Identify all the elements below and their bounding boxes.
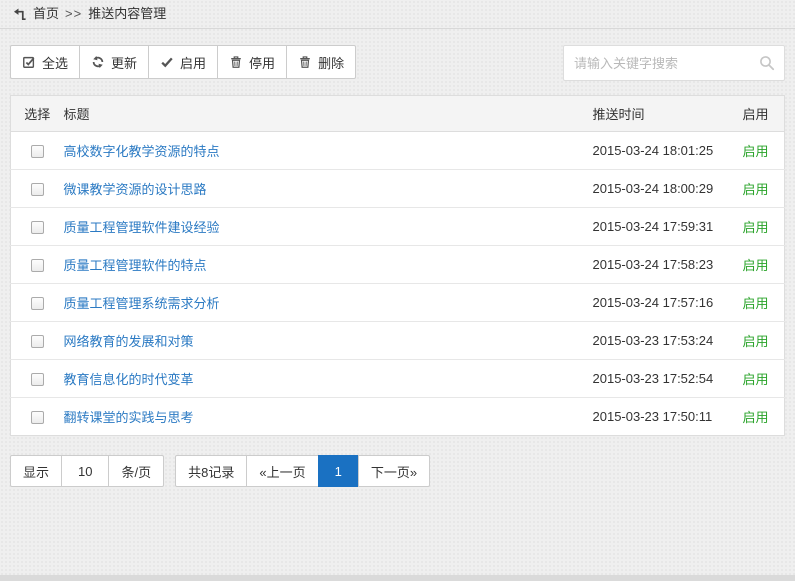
row-checkbox[interactable] (31, 373, 44, 386)
trash-icon (229, 55, 243, 69)
display-label-button[interactable]: 显示 (10, 455, 62, 487)
per-page-label-button[interactable]: 条/页 (108, 455, 164, 487)
row-push-time: 2015-03-23 17:52:54 (593, 360, 743, 398)
breadcrumb-current: 推送内容管理 (88, 0, 166, 28)
page-nav-group: 共8记录 «上一页 1 下一页» (175, 455, 430, 487)
row-checkbox[interactable] (31, 297, 44, 310)
row-checkbox[interactable] (31, 259, 44, 272)
button-label: 停用 (249, 53, 275, 72)
pagination: 显示 10 条/页 共8记录 «上一页 1 下一页» (10, 455, 785, 487)
row-title-link[interactable]: 教育信息化的时代变革 (64, 372, 194, 387)
row-push-time: 2015-03-24 18:00:29 (593, 170, 743, 208)
prev-page-button[interactable]: «上一页 (246, 455, 318, 487)
table-row: 翻转课堂的实践与思考 2015-03-23 17:50:11 启用 (11, 398, 785, 436)
header-select: 选择 (11, 96, 64, 132)
next-page-button[interactable]: 下一页» (358, 455, 430, 487)
header-title: 标题 (64, 96, 593, 132)
check-icon (160, 55, 174, 69)
page-size-button[interactable]: 10 (61, 455, 109, 487)
row-push-time: 2015-03-23 17:53:24 (593, 322, 743, 360)
table-body: 高校数字化教学资源的特点 2015-03-24 18:01:25 启用 微课教学… (11, 132, 785, 436)
bottom-edge (0, 575, 795, 581)
row-title-link[interactable]: 质量工程管理系统需求分析 (64, 296, 220, 311)
enable-button[interactable]: 启用 (148, 45, 218, 79)
search-icon[interactable] (759, 55, 775, 74)
row-status-link[interactable]: 启用 (743, 258, 769, 273)
row-title-link[interactable]: 微课教学资源的设计思路 (64, 182, 207, 197)
row-checkbox[interactable] (31, 221, 44, 234)
table-header-row: 选择 标题 推送时间 启用 (11, 96, 785, 132)
row-push-time: 2015-03-24 18:01:25 (593, 132, 743, 170)
disable-button[interactable]: 停用 (217, 45, 287, 79)
row-status-link[interactable]: 启用 (743, 410, 769, 425)
row-title-link[interactable]: 质量工程管理软件建设经验 (64, 220, 220, 235)
button-label: 删除 (318, 53, 344, 72)
refresh-icon (91, 55, 105, 69)
row-title-link[interactable]: 质量工程管理软件的特点 (64, 258, 207, 273)
search-box (563, 45, 785, 81)
row-checkbox[interactable] (31, 183, 44, 196)
toolbar-button-group: 全选 更新 启用 (10, 45, 356, 79)
button-label: 全选 (42, 53, 68, 72)
row-status-link[interactable]: 启用 (743, 296, 769, 311)
row-title-link[interactable]: 高校数字化教学资源的特点 (64, 144, 220, 159)
row-title-link[interactable]: 翻转课堂的实践与思考 (64, 410, 194, 425)
row-push-time: 2015-03-24 17:58:23 (593, 246, 743, 284)
row-push-time: 2015-03-24 17:57:16 (593, 284, 743, 322)
row-status-link[interactable]: 启用 (743, 334, 769, 349)
header-push-time: 推送时间 (593, 96, 743, 132)
search-input[interactable] (563, 45, 785, 81)
row-status-link[interactable]: 启用 (743, 372, 769, 387)
table-row: 网络教育的发展和对策 2015-03-23 17:53:24 启用 (11, 322, 785, 360)
table-row: 高校数字化教学资源的特点 2015-03-24 18:01:25 启用 (11, 132, 785, 170)
header-enabled: 启用 (743, 96, 785, 132)
row-title-link[interactable]: 网络教育的发展和对策 (64, 334, 194, 349)
table-row: 质量工程管理软件建设经验 2015-03-24 17:59:31 启用 (11, 208, 785, 246)
row-push-time: 2015-03-24 17:59:31 (593, 208, 743, 246)
button-label: 启用 (180, 53, 206, 72)
table-row: 质量工程管理系统需求分析 2015-03-24 17:57:16 启用 (11, 284, 785, 322)
table-row: 质量工程管理软件的特点 2015-03-24 17:58:23 启用 (11, 246, 785, 284)
row-checkbox[interactable] (31, 145, 44, 158)
breadcrumb-separator: >> (65, 0, 82, 28)
row-status-link[interactable]: 启用 (743, 220, 769, 235)
button-label: 更新 (111, 53, 137, 72)
breadcrumb-home-link[interactable]: 首页 (33, 0, 59, 28)
row-status-link[interactable]: 启用 (743, 144, 769, 159)
checkbox-checked-icon (22, 55, 36, 69)
refresh-button[interactable]: 更新 (79, 45, 149, 79)
row-push-time: 2015-03-23 17:50:11 (593, 398, 743, 436)
page-size-group: 显示 10 条/页 (10, 455, 164, 487)
row-checkbox[interactable] (31, 335, 44, 348)
return-arrow-icon (12, 7, 27, 22)
row-checkbox[interactable] (31, 411, 44, 424)
content-table: 选择 标题 推送时间 启用 高校数字化教学资源的特点 2015-03-24 18… (10, 95, 785, 436)
select-all-button[interactable]: 全选 (10, 45, 80, 79)
row-status-link[interactable]: 启用 (743, 182, 769, 197)
total-records: 共8记录 (175, 455, 247, 487)
table-row: 微课教学资源的设计思路 2015-03-24 18:00:29 启用 (11, 170, 785, 208)
toolbar: 全选 更新 启用 (10, 45, 785, 81)
breadcrumb: 首页 >> 推送内容管理 (0, 0, 795, 29)
delete-button[interactable]: 删除 (286, 45, 356, 79)
trash-icon (298, 55, 312, 69)
current-page-button[interactable]: 1 (318, 455, 359, 487)
table-row: 教育信息化的时代变革 2015-03-23 17:52:54 启用 (11, 360, 785, 398)
